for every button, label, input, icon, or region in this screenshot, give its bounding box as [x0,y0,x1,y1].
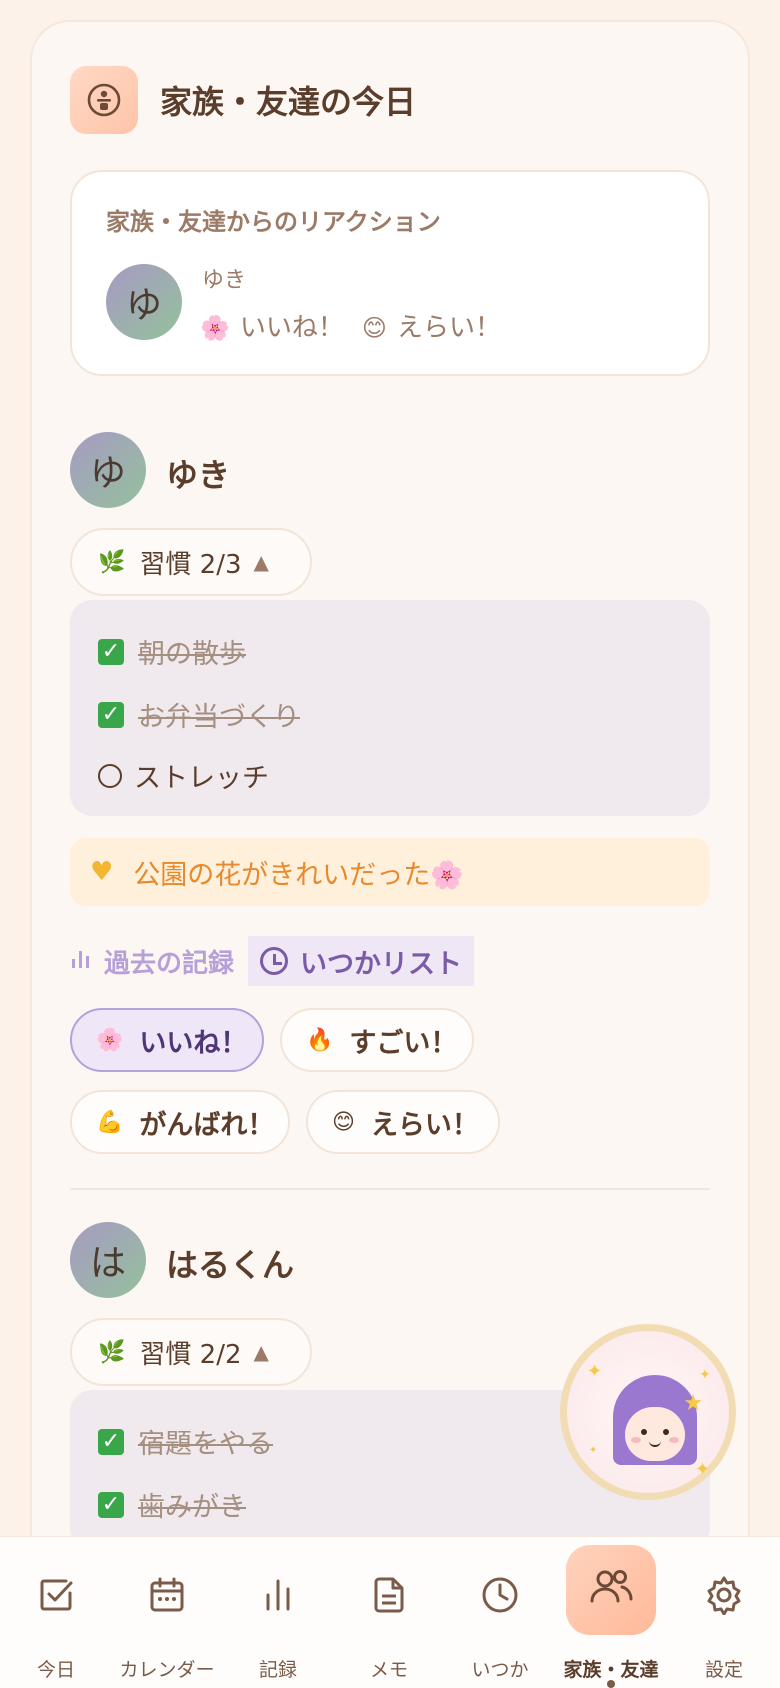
nav-item-family[interactable]: 家族・友達 [555,1537,667,1688]
member-name: ゆき [166,456,231,494]
nav-item-someday[interactable]: いつか [444,1537,556,1688]
family-smile-icon [70,66,138,134]
smile-icon: 😊 [332,1109,355,1135]
habit-item[interactable]: ✓ 宿題をやる [98,1422,273,1461]
bottom-nav: 今日 カレンダー 記録 メモ いつか 家族・友達 設定 [0,1536,780,1688]
leaf-icon: 🌿 [98,1339,126,1365]
checkmark-icon: ✓ [98,1428,124,1455]
nav-item-calendar[interactable]: カレンダー [111,1537,223,1688]
nav-item-today[interactable]: 今日 [0,1537,112,1688]
gear-icon [704,1575,744,1619]
reaction-list: 🌸 いいね！ 😊 えらい！ [200,307,501,344]
memo-note: ♥ 公園の花がきれいだった🌸 [70,838,710,906]
star-icon: ★ [683,1391,703,1416]
yellow-heart-icon: ♥ [90,857,114,887]
clock-icon [260,947,289,975]
page-title: 家族・友達の今日 [160,83,417,121]
habit-summary: 習慣 2/3 [139,549,242,580]
member-divider [70,1188,710,1190]
reaction-sender-name: ゆき [202,268,247,293]
bar-chart-icon [258,1575,298,1619]
flower-icon: 🌸 [200,314,230,342]
sparkle-icon: ✦ [589,1445,598,1456]
sparkle-icon: ✦ [695,1459,711,1480]
active-dot [607,1680,615,1688]
member-links: 過去の記録 いつかリスト [70,936,475,986]
fire-icon: 🔥 [306,1027,334,1053]
smile-icon: 😊 [361,314,387,342]
habit-toggle-button[interactable]: 🌿 習慣 2/2 ▲ [70,1318,312,1386]
reaction-button-good-job[interactable]: 😊 えらい！ [306,1090,500,1154]
checkmark-icon: ✓ [98,638,124,665]
checkbox-icon [36,1575,76,1619]
chevron-up-icon: ▲ [253,1340,269,1364]
member-name: はるくん [166,1246,295,1284]
habit-item[interactable]: ✓ お弁当づくり [98,695,300,734]
reactions-card: 家族・友達からのリアクション ゆ ゆき 🌸 いいね！ 😊 えらい！ [70,170,710,376]
bar-chart-icon [70,947,92,975]
nav-item-records[interactable]: 記録 [222,1537,334,1688]
habit-item[interactable]: ストレッチ [98,756,269,795]
chevron-up-icon: ▲ [253,550,269,574]
clock-icon [480,1575,520,1619]
habit-summary: 習慣 2/2 [139,1339,242,1370]
reaction-item: 😊 えらい！ [361,313,501,343]
character-avatar-icon: ★ [613,1375,703,1465]
habit-item[interactable]: ✓ 朝の散歩 [98,632,246,671]
nav-item-memo[interactable]: メモ [333,1537,445,1688]
habit-item[interactable]: ✓ 歯みがき [98,1485,246,1524]
checkmark-icon: ✓ [98,701,124,728]
reaction-button-great[interactable]: 🔥 すごい！ [280,1008,474,1072]
avatar: ゆ [106,264,182,340]
past-records-link[interactable]: 過去の記録 [70,943,234,980]
checkmark-icon: ✓ [98,1491,124,1518]
habit-list: ✓ 朝の散歩 ✓ お弁当づくり ストレッチ [70,600,710,816]
character-assistant-button[interactable]: ✦ ✦ ✦ ✦ ★ [560,1324,736,1500]
nav-item-settings[interactable]: 設定 [668,1537,780,1688]
reaction-item: 🌸 いいね！ [200,313,344,343]
calendar-icon [147,1575,187,1619]
sparkle-icon: ✦ [699,1367,711,1383]
habit-toggle-button[interactable]: 🌿 習慣 2/3 ▲ [70,528,312,596]
empty-circle-icon [98,763,122,788]
member-avatar[interactable]: ゆ [70,432,146,508]
people-icon [589,1567,633,1611]
member-avatar[interactable]: は [70,1222,146,1298]
leaf-icon: 🌿 [98,549,126,575]
page-header: 家族・友達の今日 [70,66,416,134]
flower-icon: 🌸 [96,1027,124,1053]
reaction-button-cheer[interactable]: 💪 がんばれ！ [70,1090,290,1154]
flexed-arm-icon: 💪 [96,1109,124,1135]
reactions-card-title: 家族・友達からのリアクション [106,208,441,236]
someday-list-link[interactable]: いつかリスト [248,936,475,986]
document-icon [369,1575,409,1619]
sparkle-icon: ✦ [587,1361,603,1382]
reaction-button-like[interactable]: 🌸 いいね！ [70,1008,264,1072]
